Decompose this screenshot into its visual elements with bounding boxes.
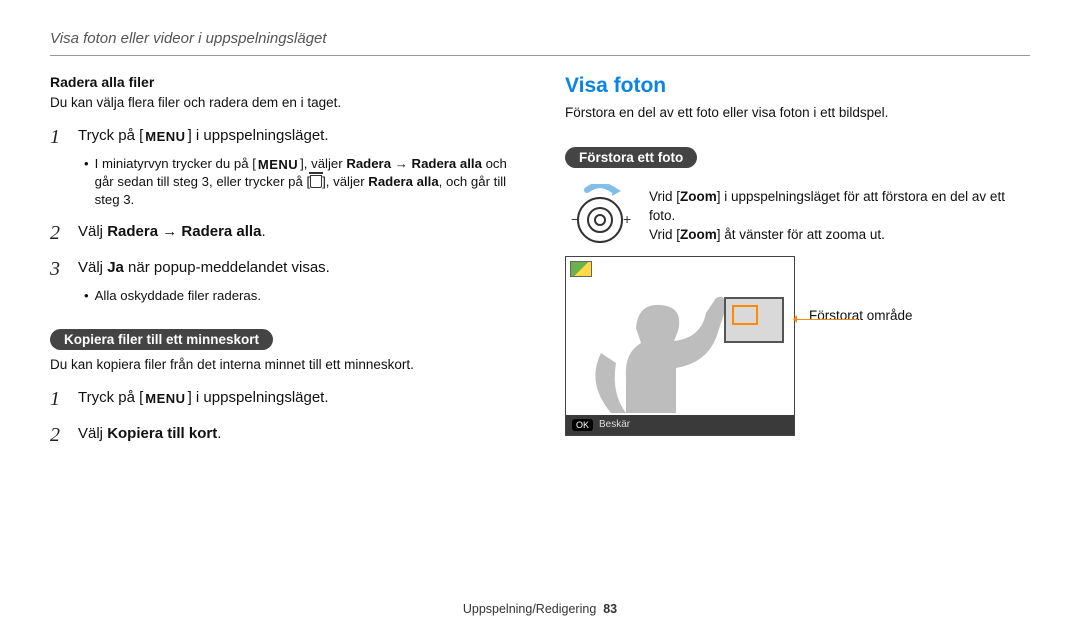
t: Zoom <box>680 189 717 204</box>
photo-preview: OK Beskär <box>565 256 795 436</box>
t: Zoom <box>680 227 717 242</box>
pill-forstora: Förstora ett foto <box>565 147 697 168</box>
t: Radera <box>346 156 391 171</box>
t: när popup-meddelandet visas. <box>124 259 330 276</box>
t: ] i uppspelningsläget. <box>188 389 329 406</box>
svg-text:−: − <box>571 211 579 227</box>
kopiera-step-1: 1 Tryck på [MENU] i uppspelningsläget. <box>50 385 515 413</box>
menu-icon: MENU <box>143 390 187 408</box>
menu-icon: MENU <box>256 156 300 174</box>
step-number: 1 <box>50 123 68 151</box>
bullet: • Alla oskyddade filer raderas. <box>84 287 515 305</box>
t: Välj <box>78 259 107 276</box>
menu-icon: MENU <box>143 128 187 146</box>
zoom-dial-icon: − + <box>565 184 635 246</box>
t: I miniatyrvyn trycker du på [ <box>95 156 256 171</box>
t: Vrid [ <box>649 227 680 242</box>
t: Ja <box>107 259 124 276</box>
step-1: 1 Tryck på [MENU] i uppspelningsläget. <box>50 123 515 151</box>
t: Välj <box>78 223 107 240</box>
footer-label: Beskär <box>599 419 630 430</box>
callout-label: Förstorat område <box>809 256 913 323</box>
step-number: 3 <box>50 255 68 283</box>
t: ], väljer <box>300 156 346 171</box>
t: ] åt vänster för att zooma ut. <box>717 227 885 242</box>
t: Radera <box>107 223 158 240</box>
left-column: Radera alla filer Du kan välja flera fil… <box>50 74 515 453</box>
zoom-line2: Vrid [Zoom] åt vänster för att zooma ut. <box>649 226 1030 245</box>
content-columns: Radera alla filer Du kan välja flera fil… <box>50 74 1030 453</box>
zoom-text: Vrid [Zoom] i uppspelningsläget för att … <box>649 184 1030 245</box>
step-text: Tryck på [MENU] i uppspelningsläget. <box>78 123 329 146</box>
trash-icon <box>310 175 322 188</box>
t: Vrid [ <box>649 189 680 204</box>
step-2: 2 Välj Radera → Radera alla. <box>50 219 515 247</box>
visa-desc: Förstora en del av ett foto eller visa f… <box>565 104 1030 123</box>
zoom-region-indicator <box>732 305 758 325</box>
kopiera-step-2: 2 Välj Kopiera till kort. <box>50 421 515 449</box>
page-footer: Uppspelning/Redigering 83 <box>0 602 1080 616</box>
ok-badge: OK <box>572 419 593 431</box>
step-text: Välj Radera → Radera alla. <box>78 219 266 242</box>
step-text: Välj Kopiera till kort. <box>78 421 221 444</box>
bullet-text: I miniatyrvyn trycker du på [MENU], välj… <box>95 155 515 209</box>
step-number: 2 <box>50 219 68 247</box>
bullet: • I miniatyrvyn trycker du på [MENU], vä… <box>84 155 515 209</box>
t: . <box>261 223 265 240</box>
step-text: Tryck på [MENU] i uppspelningsläget. <box>78 385 329 408</box>
step1-sublist: • I miniatyrvyn trycker du på [MENU], vä… <box>84 155 515 209</box>
radera-desc: Du kan välja flera filer och radera dem … <box>50 94 515 113</box>
step-number: 1 <box>50 385 68 413</box>
step-3: 3 Välj Ja när popup-meddelandet visas. <box>50 255 515 283</box>
bullet-dot: • <box>84 287 89 305</box>
page-header: Visa foton eller videor i uppspelningslä… <box>50 30 1030 56</box>
radera-title: Radera alla filer <box>50 74 515 90</box>
step-number: 2 <box>50 421 68 449</box>
bullet-text: Alla oskyddade filer raderas. <box>95 287 261 305</box>
t: Radera alla <box>181 223 261 240</box>
bullet-dot: • <box>84 155 89 209</box>
t: Tryck på [ <box>78 389 143 406</box>
step-text: Välj Ja när popup-meddelandet visas. <box>78 255 330 278</box>
callout-line <box>794 319 858 320</box>
t: Radera alla <box>412 156 482 171</box>
preview-footer: OK Beskär <box>566 415 794 435</box>
text: Tryck på [ <box>78 127 143 144</box>
zoom-line1: Vrid [Zoom] i uppspelningsläget för att … <box>649 188 1030 226</box>
t: ], väljer <box>322 174 368 189</box>
pill-kopiera: Kopiera filer till ett minneskort <box>50 329 273 350</box>
svg-text:+: + <box>623 211 631 227</box>
t: Radera alla <box>368 174 438 189</box>
page-number: 83 <box>603 602 617 616</box>
preview-row: OK Beskär Förstorat område <box>565 256 1030 436</box>
t: → <box>158 223 181 240</box>
right-column: Visa foton Förstora en del av ett foto e… <box>565 74 1030 453</box>
t: . <box>217 425 221 442</box>
text: ] i uppspelningsläget. <box>188 127 329 144</box>
preview-thumbnail-icon <box>570 261 592 277</box>
zoom-overlay-rect <box>724 297 784 343</box>
footer-section: Uppspelning/Redigering <box>463 602 596 616</box>
t: Kopiera till kort <box>107 425 217 442</box>
kopiera-desc: Du kan kopiera filer från det interna mi… <box>50 356 515 375</box>
t: → <box>391 156 412 171</box>
zoom-row: − + Vrid [Zoom] i uppspelningsläget för … <box>565 184 1030 246</box>
t: Välj <box>78 425 107 442</box>
step3-sublist: • Alla oskyddade filer raderas. <box>84 287 515 305</box>
visa-foton-title: Visa foton <box>565 74 1030 98</box>
